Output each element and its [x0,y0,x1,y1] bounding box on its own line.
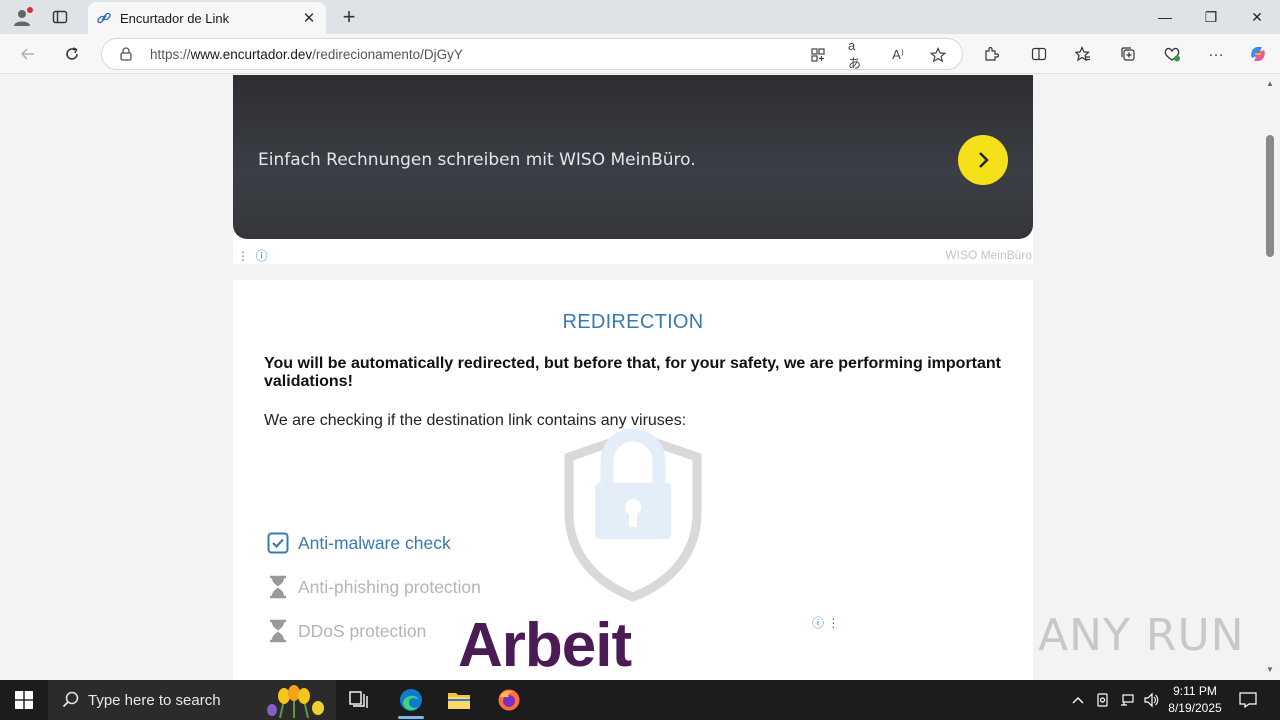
scroll-up-icon[interactable]: ▲ [1266,79,1274,88]
edge-icon [400,689,422,711]
favorite-star-icon[interactable] [928,45,948,65]
ad-options-icon[interactable]: ⋮ [237,249,249,263]
tab-encurtador[interactable]: Encurtador de Link ✕ [88,2,326,34]
hourglass-icon [266,619,290,643]
url-path: /redirecionamento/DjGyY [312,47,463,62]
translate-icon[interactable]: aあ [848,38,868,71]
volume-icon[interactable] [1140,680,1162,720]
favorites-icon[interactable] [1071,42,1095,66]
check-item-label: Anti-malware check [298,532,451,553]
url-prefix: https:// [150,47,191,62]
taskbar-clock[interactable]: 9:11 PM 8/19/2025 [1160,683,1230,717]
check-item-anti-malware: Anti-malware check [266,531,451,555]
tab-actions-button[interactable] [46,4,74,30]
shield-lock-icon [564,428,702,602]
redirection-card: REDIRECTION You will be automatically re… [233,280,1033,680]
tab-title: Encurtador de Link [120,10,230,26]
ad-info-icons[interactable]: ⋮ ⓘ [237,247,268,264]
ad-info-icon[interactable]: ⓘ [812,616,824,630]
extensions-icon[interactable] [979,42,1003,66]
more-menu-icon[interactable]: ··· [1204,42,1228,66]
split-screen-icon[interactable] [1027,42,1051,66]
refresh-button[interactable] [58,40,86,68]
network-icon[interactable] [1116,680,1138,720]
taskbar-search[interactable]: Type here to search [48,680,336,720]
firefox-button[interactable] [486,680,532,720]
task-view-button[interactable] [336,680,382,720]
search-icon [62,691,79,708]
back-arrow-icon [20,48,34,60]
copilot-icon[interactable] [1246,42,1270,66]
task-view-icon [349,691,368,708]
windows-logo-icon [15,691,33,709]
tab-close-icon[interactable]: ✕ [298,7,320,29]
address-bar[interactable]: https://www.encurtador.dev/redirecioname… [101,38,963,71]
tab-actions-icon [52,10,68,24]
new-tab-button[interactable]: + [336,4,362,30]
file-explorer-button[interactable] [436,680,482,720]
tray-overflow-icon[interactable] [1068,680,1088,720]
windows-taskbar: Type here to search 9:11 PM 8/19/2025 [0,680,1280,720]
ad-options-icon[interactable]: ⋮ [827,616,839,630]
clock-time: 9:11 PM [1173,684,1217,698]
notifications-icon[interactable] [1236,680,1260,720]
inline-ad-headline[interactable]: Arbeit [458,610,632,680]
check-item-ddos: DDoS protection [266,619,426,643]
page-scrollbar[interactable]: ▲ ▼ [1262,75,1280,680]
ad-banner[interactable]: Einfach Rechnungen schreiben mit WISO Me… [233,75,1033,239]
browser-essentials-icon[interactable] [1160,42,1184,66]
browser-toolbar: https://www.encurtador.dev/redirecioname… [0,34,1280,74]
check-item-label: DDoS protection [298,620,427,641]
check-item-anti-phishing: Anti-phishing protection [266,575,481,599]
folder-icon [448,693,470,709]
link-icon [96,10,112,26]
start-button[interactable] [0,680,48,720]
web-page: Einfach Rechnungen schreiben mit WISO Me… [0,75,1262,680]
inline-ad-info[interactable]: ⓘ ⋮ [812,614,839,631]
url-text: https://www.encurtador.dev/redirecioname… [150,47,463,62]
restore-button[interactable]: ❐ [1188,0,1234,34]
back-button[interactable] [14,40,42,68]
read-aloud-icon[interactable]: A⁾ [888,45,908,65]
hourglass-icon [266,575,290,599]
anyrun-watermark: ANY RUN [1038,610,1245,661]
edge-taskbar-button[interactable] [388,680,434,720]
top-advertisement[interactable]: Einfach Rechnungen schreiben mit WISO Me… [233,75,1033,264]
profile-button[interactable] [8,4,36,30]
collections-icon[interactable] [1116,42,1140,66]
close-window-button[interactable]: ✕ [1234,0,1280,34]
chevron-right-icon [979,152,989,168]
check-item-label: Anti-phishing protection [298,576,481,597]
ad-text: Einfach Rechnungen schreiben mit WISO Me… [258,150,696,170]
title-bar: Encurtador de Link ✕ + — ❐ ✕ [0,0,1280,34]
url-domain: www.encurtador.dev [190,47,313,62]
search-placeholder: Type here to search [88,691,221,709]
lock-icon [118,46,134,62]
clock-date: 8/19/2025 [1168,701,1222,715]
card-title: REDIRECTION [562,311,704,333]
minimize-button[interactable]: — [1142,0,1188,34]
app-available-icon[interactable] [808,45,828,65]
checkbox-checked-icon [266,531,290,555]
scroll-down-icon[interactable]: ▼ [1266,665,1274,674]
firefox-icon [498,689,520,711]
flowers-icon [267,685,324,718]
notification-dot [27,7,33,13]
safety-notice: You will be automatically redirected, bu… [264,355,1001,390]
ad-arrow-button[interactable] [958,135,1008,185]
refresh-icon [66,47,78,60]
ad-brand: WISO MeinBüro [945,248,1032,262]
device-tray-icon[interactable] [1092,680,1114,720]
ad-info-icon[interactable]: ⓘ [256,249,268,263]
scrollbar-thumb[interactable] [1266,135,1274,257]
